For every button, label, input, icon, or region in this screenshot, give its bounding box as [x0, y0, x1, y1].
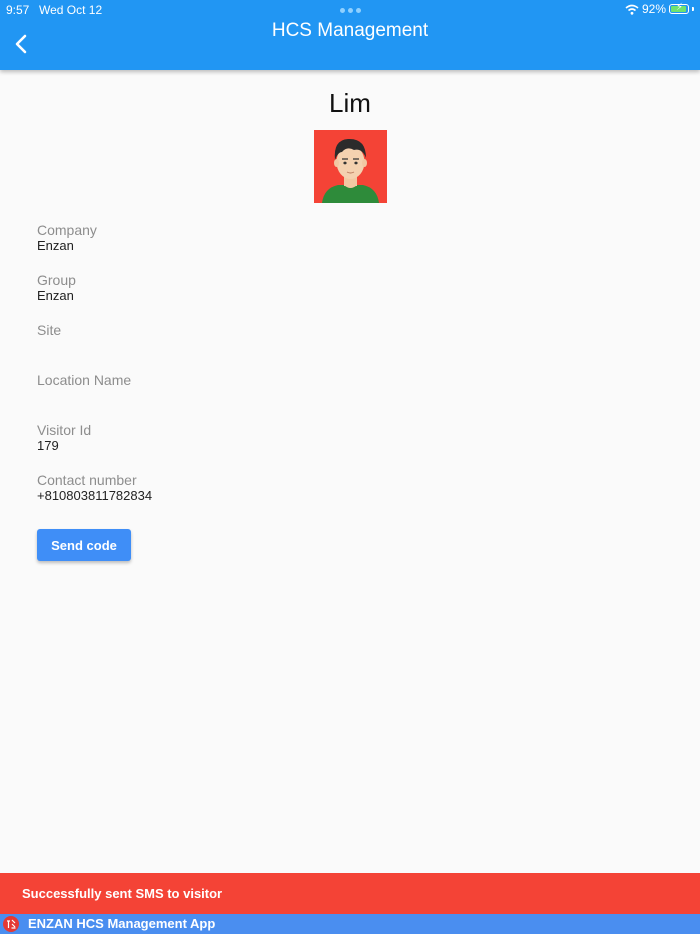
contact-number-field: Contact number +810803811782834 [37, 472, 152, 504]
visitor-id-label: Visitor Id [37, 422, 92, 438]
visitor-name: Lim [329, 88, 371, 118]
group-label: Group [37, 272, 76, 288]
wifi-icon [625, 4, 639, 15]
company-value: Enzan [37, 238, 74, 253]
avatar [314, 130, 387, 203]
send-code-button[interactable]: Send code [37, 529, 131, 561]
snackbar: Successfully sent SMS to visitor [0, 873, 700, 914]
status-indicators: 92% ⚡ [625, 2, 694, 16]
app-logo-icon [3, 916, 19, 932]
contact-number-value: +810803811782834 [37, 488, 153, 503]
footer-app-name: ENZAN HCS Management App [28, 916, 216, 931]
group-field: Group Enzan [37, 272, 76, 304]
company-field: Company Enzan [37, 222, 97, 254]
app-footer: ENZAN HCS Management App [0, 914, 700, 934]
status-date: Wed Oct 12 [39, 3, 103, 17]
visitor-id-field: Visitor Id 179 [37, 422, 91, 454]
site-field: Site [37, 322, 61, 338]
contact-number-label: Contact number [37, 472, 137, 488]
snackbar-message: Successfully sent SMS to visitor [22, 886, 223, 901]
status-time: 9:57 [6, 3, 30, 17]
app-bar: 9:57 Wed Oct 12 92% ⚡ HCS Management [0, 0, 700, 70]
multitasking-dots-icon[interactable] [340, 8, 361, 13]
visitor-id-value: 179 [37, 438, 59, 453]
group-value: Enzan [37, 288, 74, 303]
location-name-label: Location Name [37, 372, 132, 388]
company-label: Company [37, 222, 97, 238]
page-title: HCS Management [271, 20, 429, 41]
battery-percent: 92% [641, 2, 666, 16]
site-label: Site [37, 322, 62, 338]
battery-icon: ⚡ [669, 2, 689, 14]
location-name-field: Location Name [37, 372, 131, 388]
